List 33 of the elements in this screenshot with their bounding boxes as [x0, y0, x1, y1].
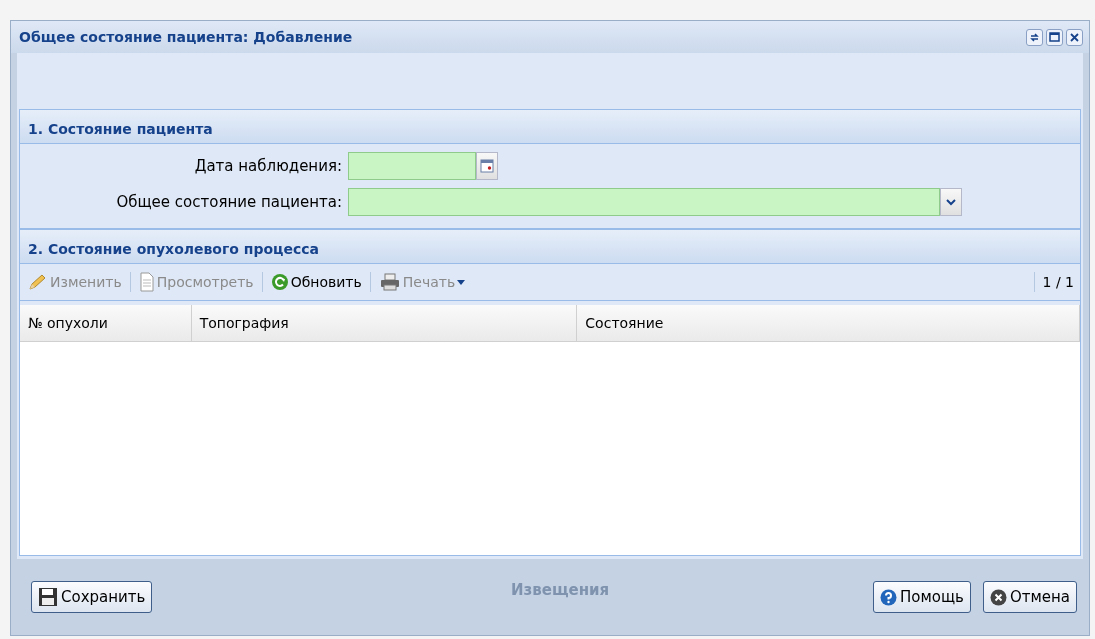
background-label: Извещения	[511, 581, 610, 599]
help-icon	[880, 588, 897, 606]
field-label: Общее состояние пациента:	[115, 193, 343, 211]
dropdown-field[interactable]	[348, 188, 940, 216]
field-label: Дата наблюдения:	[193, 157, 343, 175]
document-icon	[138, 272, 155, 292]
maximize-button[interactable]	[1046, 28, 1063, 46]
column-header[interactable]: Топография	[191, 305, 578, 341]
printer-icon	[378, 273, 401, 291]
pencil-icon	[28, 273, 48, 291]
dropdown-button[interactable]	[940, 188, 962, 216]
refresh-icon	[270, 273, 289, 291]
calendar-icon	[480, 159, 494, 173]
section-header: 2. Состояние опухолевого процесса	[20, 230, 1080, 264]
restore-button[interactable]	[1026, 28, 1043, 46]
maximize-icon	[1049, 32, 1060, 42]
chevron-down-icon	[946, 198, 956, 206]
help-button[interactable]: Помощь	[873, 581, 971, 613]
close-icon	[1069, 31, 1080, 43]
cancel-button[interactable]: Отмена	[982, 581, 1077, 613]
caret-icon	[457, 279, 466, 285]
date-field[interactable]	[348, 152, 476, 180]
window-title: Общее состояние пациента: Добавление	[19, 29, 353, 45]
save-button[interactable]: Сохранить	[31, 581, 153, 613]
toolbar-button[interactable]: Обновить	[268, 271, 364, 293]
calendar-button[interactable]	[476, 152, 498, 180]
section-header: 1. Состояние пациента	[20, 110, 1080, 144]
column-header[interactable]: № опухоли	[20, 305, 192, 341]
close-button[interactable]	[1066, 28, 1083, 46]
column-header[interactable]: Состояние	[577, 305, 1080, 341]
page-counter: 1 / 1	[1042, 274, 1074, 290]
cancel-icon	[989, 588, 1007, 606]
swap-icon	[1029, 31, 1040, 43]
